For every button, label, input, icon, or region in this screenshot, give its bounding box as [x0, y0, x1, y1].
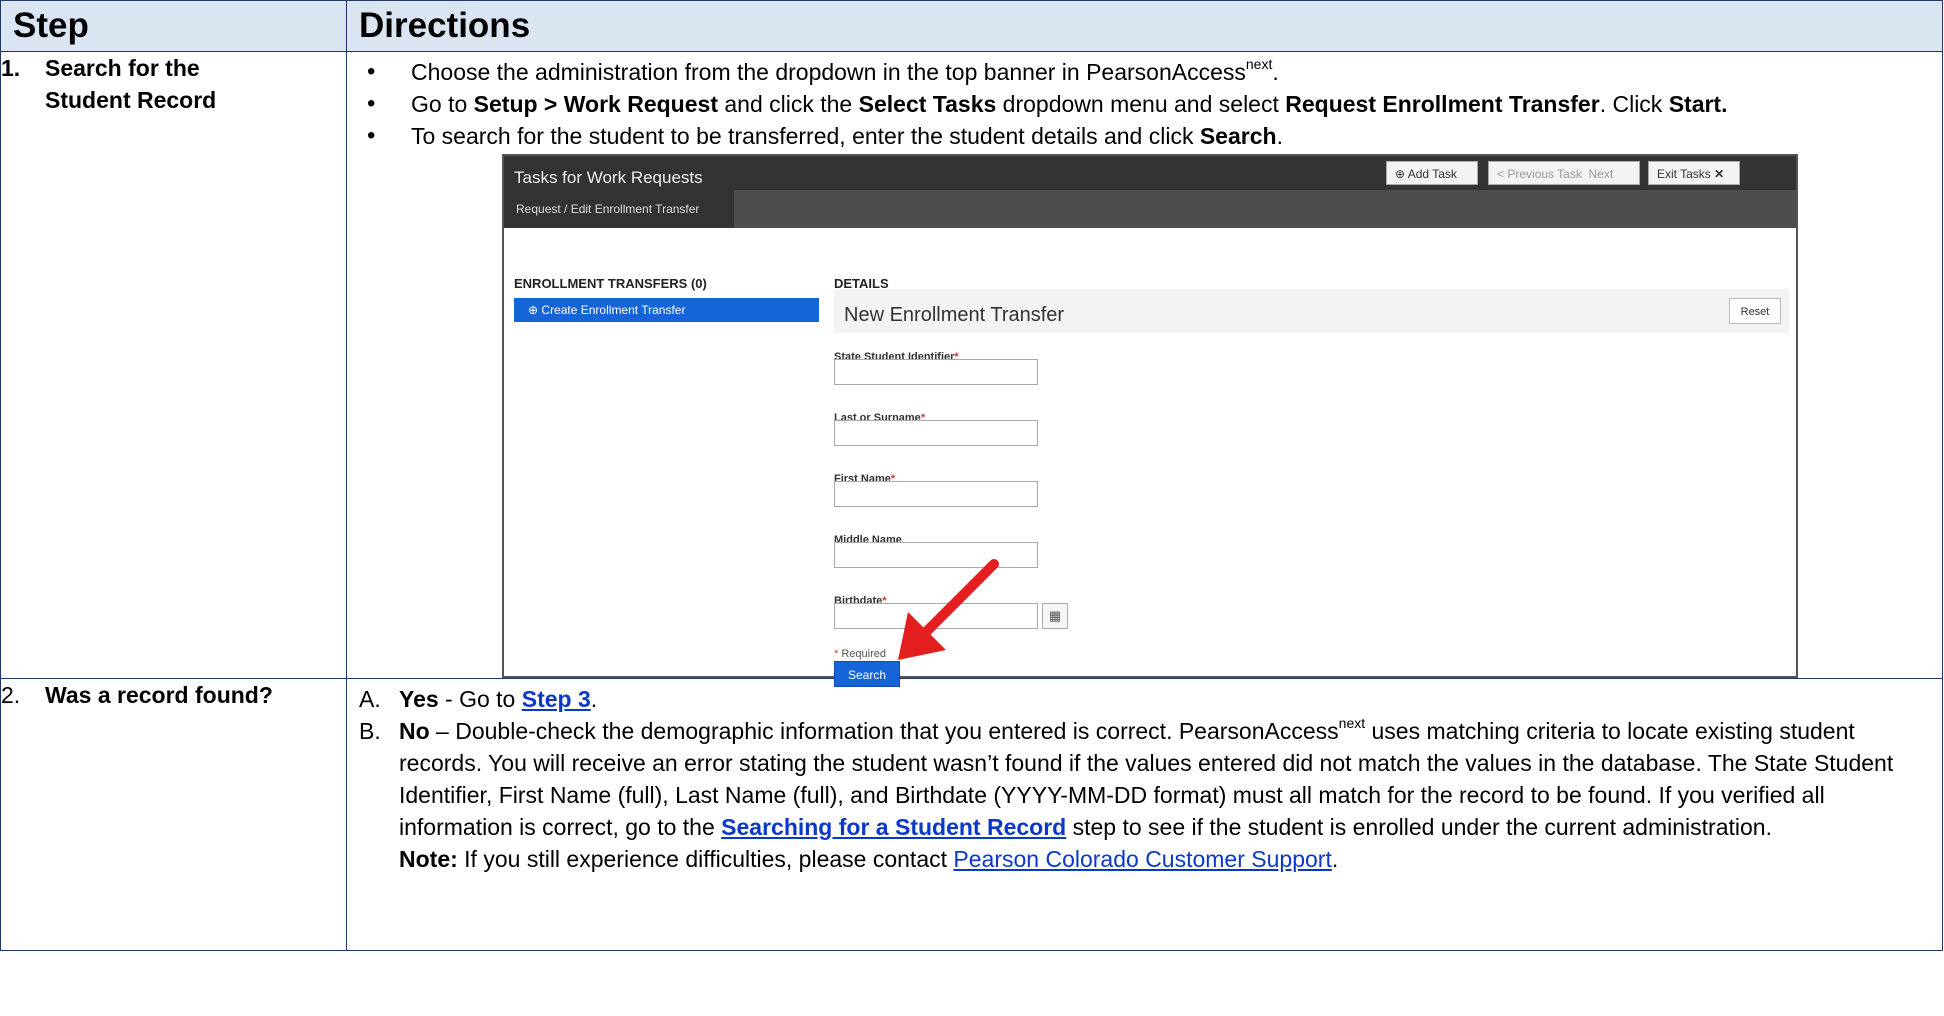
exit-tasks-button[interactable]: Exit Tasks ✕ [1648, 161, 1740, 185]
step-2-title: Was a record found? [45, 682, 273, 708]
step-1-cell: 1. Search for the Student Record [0, 51, 347, 679]
step-2-directions: A. Yes - Go to Step 3. B. No – Double-chec… [346, 678, 1943, 951]
create-enrollment-transfer-button[interactable]: ⊕ Create Enrollment Transfer [514, 298, 819, 322]
new-enrollment-transfer-header: New Enrollment Transfer Reset [834, 289, 1789, 333]
header-directions: Directions [346, 0, 1943, 52]
option-a-yes: A. Yes - Go to Step 3. [359, 686, 598, 712]
state-student-identifier-input[interactable] [834, 359, 1038, 385]
searching-student-record-link[interactable]: Searching for a Student Record [721, 814, 1066, 840]
reset-button[interactable]: Reset [1729, 298, 1781, 324]
tasks-tab-bar: Request / Edit Enrollment Transfer [504, 190, 1796, 228]
add-task-button[interactable]: ⊕ Add Task [1386, 161, 1478, 185]
bullet-search-student: To search for the student to be transfer… [347, 120, 1942, 152]
support-note: Note: If you still experience difficulti… [399, 846, 1339, 872]
red-arrow-icon [898, 559, 999, 660]
calendar-icon[interactable]: ▦ [1042, 603, 1068, 629]
chevron-left-icon: < [1497, 167, 1505, 181]
tab-request-edit-enrollment[interactable]: Request / Edit Enrollment Transfer [504, 190, 734, 228]
bullet-go-to-setup: Go to Setup > Work Request and click the… [347, 88, 1942, 120]
step-2-number: 2. [1, 682, 21, 708]
previous-next-task-buttons[interactable]: < Previous Task Next Task > [1488, 161, 1640, 205]
plus-circle-icon: ⊕ [1395, 167, 1406, 181]
step-1-number: 1. [1, 55, 21, 81]
option-b-no: B. No – Double-check the demographic info… [359, 715, 1894, 840]
bullet-choose-administration: Choose the administration from the dropd… [347, 56, 1942, 88]
directions-table: Step Directions 1. Search for the Student… [0, 0, 1943, 951]
plus-circle-icon: ⊕ [528, 303, 539, 317]
enrollment-transfer-screenshot: Tasks for Work Requests ⊕ Add Task < Pre… [502, 154, 1798, 687]
step-3-link[interactable]: Step 3 [522, 686, 591, 712]
enrollment-transfers-heading: ENROLLMENT TRANSFERS (0) [514, 276, 707, 291]
step-2-cell: 2. Was a record found? [0, 678, 347, 951]
panel-title: New Enrollment Transfer [844, 304, 1065, 326]
first-name-input[interactable] [834, 481, 1038, 507]
customer-support-link[interactable]: Pearson Colorado Customer Support [953, 846, 1331, 872]
step-1-directions: Choose the administration from the dropd… [346, 51, 1943, 687]
last-surname-input[interactable] [834, 420, 1038, 446]
step-1-title-line1: Search for the [45, 55, 200, 81]
close-icon: ✕ [1714, 167, 1725, 181]
header-step: Step [0, 0, 347, 52]
step-1-title-line2: Student Record [45, 87, 217, 113]
tasks-title-bar: Tasks for Work Requests ⊕ Add Task < Pre… [504, 156, 1796, 205]
